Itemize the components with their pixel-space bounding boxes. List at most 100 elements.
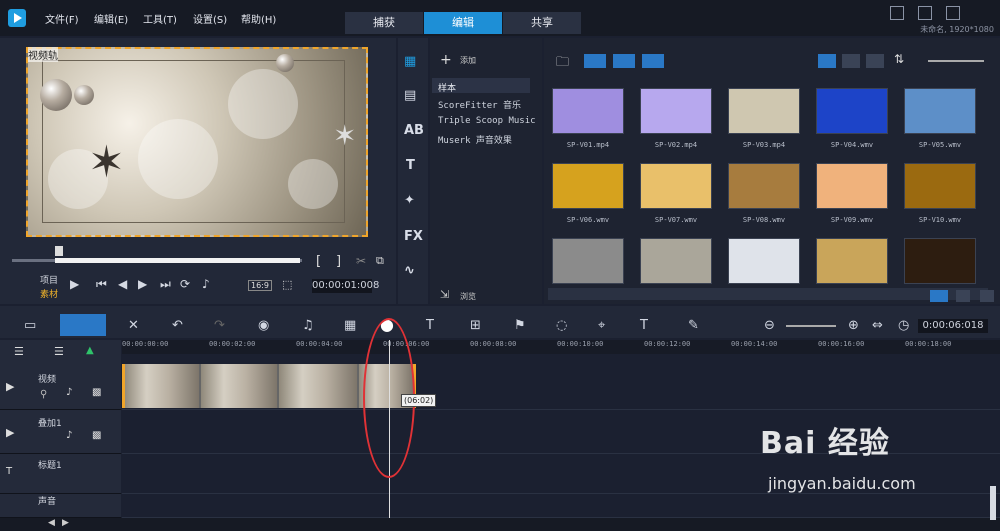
next-frame-icon[interactable]: ▶ [138,277,147,291]
library-thumbnail[interactable] [904,238,976,284]
library-thumbnail[interactable] [552,163,624,209]
category-item[interactable]: Triple Scoop Music [438,116,536,126]
view-list-icon[interactable] [818,54,836,68]
graphics-icon[interactable]: ✦ [404,193,415,208]
split-icon[interactable]: ✂ [356,254,366,268]
tab-share[interactable]: 共享 [503,12,581,34]
prev-frame-icon[interactable]: ◀ [118,277,127,291]
undo-icon[interactable]: ↶ [172,318,183,333]
audio-mixer-icon[interactable]: ♫ [302,318,314,333]
library-thumbnail[interactable] [552,88,624,134]
library-thumbnail[interactable] [728,238,800,284]
video-clip[interactable] [124,364,201,408]
scroll-right-icon[interactable]: ▶ [62,518,69,528]
chapter-icon[interactable]: ☰ [54,345,64,358]
tab-capture[interactable]: 捕获 [345,12,423,34]
aspect-select[interactable]: 16:9 [248,280,272,291]
menu-edit[interactable]: 编辑(E) [94,11,128,26]
library-thumbnail[interactable] [728,163,800,209]
menu-tools[interactable]: 工具(T) [143,11,177,26]
clip-start-handle[interactable] [122,364,125,408]
project-mode-label[interactable]: 项目 [40,273,58,286]
edit-icon[interactable] [980,290,994,302]
library-thumbnail[interactable] [816,88,888,134]
folder-add-icon[interactable]: 🗀 [556,53,569,75]
library-thumbnail[interactable] [816,163,888,209]
scroll-left-icon[interactable]: ◀ [48,518,55,528]
storyboard-view-icon[interactable]: ▭ [24,318,36,333]
trim-marker[interactable] [55,246,63,256]
close-icon[interactable] [946,6,960,20]
ripple-icon[interactable]: ▩ [92,430,101,441]
add-icon[interactable]: + [440,52,452,68]
show-video-toggle[interactable] [584,54,606,68]
motion-icon[interactable]: ⚑ [514,318,526,333]
multi-camera-icon[interactable]: ⊞ [470,318,481,333]
copy-icon[interactable]: ⧉ [376,254,384,268]
view-thumbnail-icon[interactable] [866,54,884,68]
volume-icon[interactable]: ♪ [202,277,210,291]
zoom-out-icon[interactable]: ⊖ [764,318,775,333]
library-thumbnail[interactable] [640,238,712,284]
minimize-icon[interactable] [890,6,904,20]
show-audio-toggle[interactable] [642,54,664,68]
tools-icon[interactable]: ✕ [128,318,139,333]
path-icon[interactable]: ∿ [404,263,415,278]
library-thumbnail[interactable] [728,88,800,134]
ripple-icon[interactable]: ▩ [92,387,101,398]
player-timecode[interactable]: 00:00:01:008 [312,279,379,293]
library-thumbnail[interactable] [640,88,712,134]
library-scrollbar[interactable] [548,288,988,300]
zoom-slider[interactable] [786,325,836,327]
end-icon[interactable]: ⏭ [160,277,171,292]
preview-window[interactable]: ✶ ✶ [26,47,368,237]
zoom-in-icon[interactable]: ⊕ [848,318,859,333]
thumbnail-size-slider[interactable] [928,60,984,62]
mark-out-icon[interactable]: ] [336,254,341,269]
add-label[interactable]: 添加 [460,55,476,66]
home-icon[interactable]: ⏮ [96,277,107,292]
category-item[interactable]: Muserk 声音效果 [438,133,512,146]
instant-project-icon[interactable]: ▤ [404,88,416,103]
show-photo-toggle[interactable] [613,54,635,68]
timeline-view-button[interactable] [60,314,106,336]
menu-file[interactable]: 文件(F) [45,11,79,26]
project-timecode[interactable]: 0:00:06:018 [918,319,988,333]
library-thumbnail[interactable] [816,238,888,284]
repeat-icon[interactable]: ⟳ [180,277,190,291]
video-clip[interactable] [201,364,279,408]
video-clip[interactable] [279,364,359,408]
timeline-vertical-scrollbar[interactable] [990,486,996,520]
menu-help[interactable]: 帮助(H) [241,11,276,26]
subtitle-icon[interactable]: T [426,318,434,333]
view-details-icon[interactable] [842,54,860,68]
crop-icon[interactable]: ⬚ [282,278,292,291]
3d-title-icon[interactable]: T [640,318,648,333]
category-item[interactable]: 样本 [438,81,456,94]
track-icon[interactable]: ⌖ [598,318,605,333]
record-icon[interactable]: ◉ [258,318,269,333]
clip-mode-label[interactable]: 素材 [40,287,58,300]
auto-music-icon[interactable]: ▦ [344,318,356,333]
maximize-icon[interactable] [918,6,932,20]
mark-in-icon[interactable]: [ [316,254,321,269]
fit-icon[interactable]: ⇔ [872,318,883,333]
mute-icon[interactable]: ♪ [66,430,72,441]
transition-icon[interactable]: AB [404,123,424,138]
tab-edit[interactable]: 编辑 [424,12,502,34]
play-icon[interactable]: ▶ [70,277,79,291]
project-compare-icon[interactable]: ✎ [688,318,699,333]
mask-icon[interactable]: ◌ [556,318,567,333]
marker-icon[interactable]: ▲ [86,345,94,356]
panel-layout-icon[interactable] [930,290,948,302]
fx-icon[interactable]: FX [404,229,423,244]
library-thumbnail[interactable] [904,163,976,209]
library-thumbnail[interactable] [904,88,976,134]
title-icon[interactable]: T [406,158,415,173]
category-item[interactable]: ScoreFitter 音乐 [438,98,521,111]
redo-icon[interactable]: ↷ [214,318,225,333]
track-manager-icon[interactable]: ☰ [14,345,24,358]
browse-label[interactable]: 浏览 [460,291,476,302]
panel-layout-alt-icon[interactable] [956,290,970,302]
library-thumbnail[interactable] [640,163,712,209]
